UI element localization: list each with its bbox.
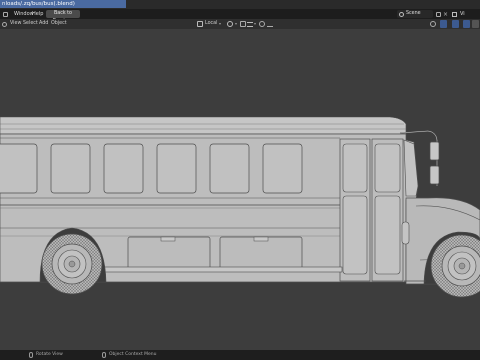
copy-scene-icon[interactable] xyxy=(436,11,441,17)
menu-window[interactable]: Window xyxy=(14,9,34,19)
scene-selector[interactable]: Scene xyxy=(397,10,433,18)
transform-orientation-label[interactable]: Local xyxy=(205,19,217,29)
menu-help[interactable]: Help xyxy=(32,9,43,19)
gizmo-toggle-icon[interactable] xyxy=(440,20,447,28)
visibility-icon[interactable] xyxy=(430,21,436,27)
snap-target-icon[interactable] xyxy=(247,21,253,27)
falloff-icon[interactable] xyxy=(267,21,273,27)
3d-viewport[interactable] xyxy=(0,29,480,350)
view-layer-name[interactable]: Vi xyxy=(460,9,465,19)
close-scene-icon[interactable]: × xyxy=(443,11,448,17)
chevron-down-icon[interactable]: ▾ xyxy=(254,19,256,29)
editor-type-icon[interactable] xyxy=(3,11,8,17)
proportional-editing-icon[interactable] xyxy=(259,21,265,27)
transform-orientation-icon[interactable] xyxy=(197,21,203,27)
xray-toggle-icon[interactable] xyxy=(463,20,470,28)
menu-select[interactable]: Select xyxy=(23,19,38,29)
status-rotate-view: Rotate View xyxy=(36,352,63,357)
scene-name: Scene xyxy=(406,11,421,16)
chevron-down-icon[interactable]: ▾ xyxy=(219,19,221,29)
bus-mesh[interactable] xyxy=(0,29,480,350)
status-bar xyxy=(0,350,480,360)
rear-wheel xyxy=(41,233,103,295)
snap-icon[interactable] xyxy=(240,21,246,27)
scene-icon xyxy=(399,11,404,17)
mouse-middle-icon xyxy=(29,352,33,358)
back-to-previous-button[interactable]: Back to Previous xyxy=(46,10,80,24)
menu-object[interactable]: Object xyxy=(51,19,67,29)
mode-icon[interactable] xyxy=(2,21,7,27)
window-title: nloads/.zq/bus/bus(.blend) xyxy=(0,0,126,8)
menu-add[interactable]: Add xyxy=(39,19,48,29)
status-context-menu: Object Context Menu xyxy=(109,352,157,357)
mouse-right-icon xyxy=(102,352,106,358)
solid-shading-icon[interactable] xyxy=(472,20,479,28)
view-layer-icon[interactable] xyxy=(452,11,457,17)
overlays-toggle-icon[interactable] xyxy=(452,20,459,28)
pivot-point-icon[interactable] xyxy=(227,21,233,27)
menu-view[interactable]: View xyxy=(10,19,21,29)
chevron-down-icon[interactable]: ▾ xyxy=(235,19,237,29)
